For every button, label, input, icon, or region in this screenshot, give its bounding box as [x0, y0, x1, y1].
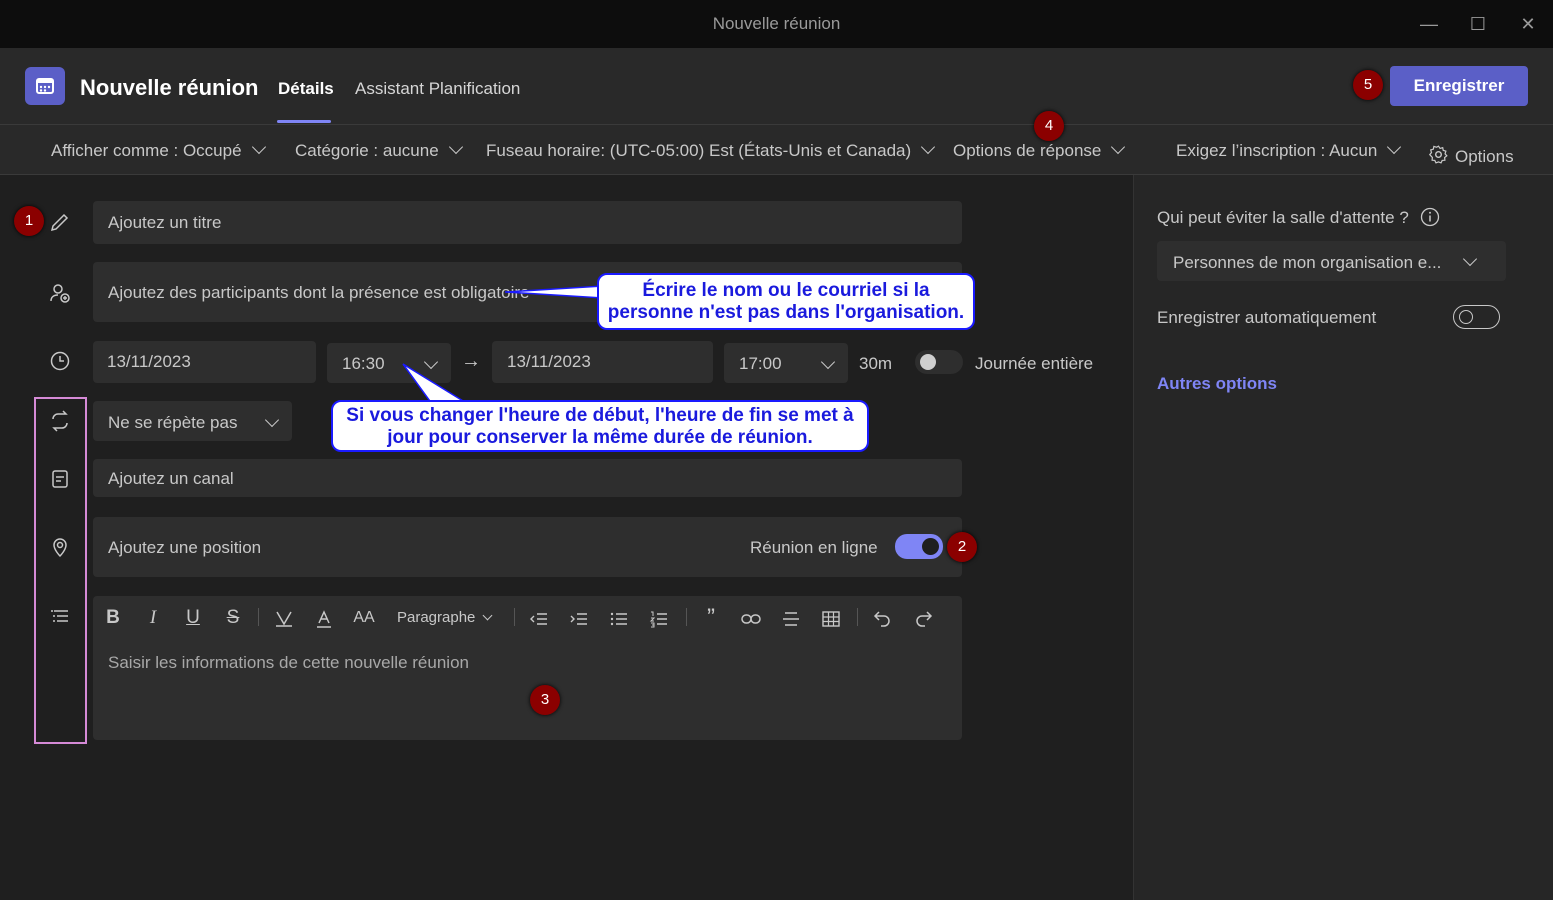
time-callout-pointer [402, 363, 471, 405]
attendees-callout: Écrire le nom ou le courriel si la perso… [597, 273, 975, 330]
annotation-badge-5: 5 [1353, 70, 1383, 100]
time-callout: Si vous changer l'heure de début, l'heur… [331, 400, 869, 452]
annotation-badge-3: 3 [530, 685, 560, 715]
attendees-callout-pointer [504, 285, 604, 299]
annotation-badge-4: 4 [1034, 111, 1064, 141]
annotation-badge-1: 1 [14, 206, 44, 236]
annotation-badge-2: 2 [947, 532, 977, 562]
